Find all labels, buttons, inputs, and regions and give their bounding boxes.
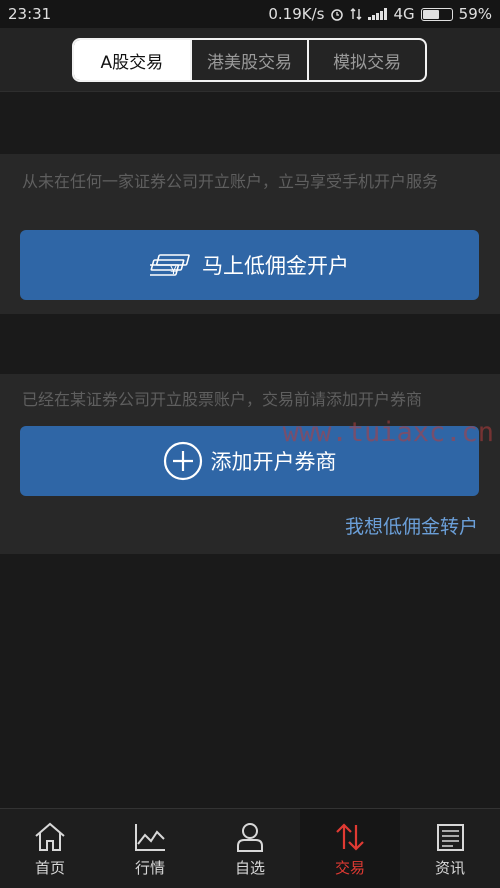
signal-icon (368, 8, 388, 20)
status-bar: 23:31 0.19K/s 4G 59% (0, 0, 500, 28)
tab-a-share[interactable]: A股交易 (74, 40, 190, 80)
network-type: 4G (393, 5, 415, 23)
user-icon (237, 823, 263, 852)
battery-percent: 59% (458, 5, 492, 23)
battery-icon (420, 7, 453, 21)
open-account-panel: 从未在任何一家证券公司开立账户，立马享受手机开户服务 ¥ 马上低佣金开户 (0, 154, 500, 314)
nav-home-label: 首页 (34, 859, 65, 877)
home-icon (35, 822, 65, 851)
nav-news-label: 资讯 (434, 859, 465, 877)
nav-trade[interactable]: 交易 (300, 809, 400, 888)
trade-type-tabs: A股交易 港美股交易 模拟交易 (72, 38, 427, 82)
plus-circle-icon (163, 441, 203, 481)
status-time: 23:31 (8, 5, 52, 23)
low-commission-transfer-link[interactable]: 我想低佣金转户 (345, 512, 478, 539)
watermark-text: www.tuiaxc.cn (282, 417, 494, 448)
add-broker-description: 已经在某证券公司开立股票账户，交易前请添加开户券商 (22, 390, 423, 409)
alarm-icon (331, 9, 344, 21)
tab-hk-us[interactable]: 港美股交易 (189, 40, 308, 80)
status-indicators: 0.19K/s 4G 59% (268, 5, 492, 23)
network-speed: 0.19K/s (268, 5, 325, 23)
add-broker-label: 添加开户券商 (210, 450, 337, 474)
bottom-nav: 首页 行情 自选 交易 资讯 (0, 808, 500, 888)
nav-market-label: 行情 (134, 859, 165, 877)
money-stack-icon: ¥ (150, 252, 194, 278)
nav-market[interactable]: 行情 (100, 809, 200, 888)
trade-arrows-icon (336, 823, 364, 851)
svg-text:¥: ¥ (170, 264, 177, 277)
tab-simulated[interactable]: 模拟交易 (307, 40, 425, 80)
nav-news[interactable]: 资讯 (400, 809, 500, 888)
data-transfer-icon (350, 8, 362, 20)
nav-home[interactable]: 首页 (0, 809, 100, 888)
chart-icon (135, 824, 165, 851)
add-broker-panel: 已经在某证券公司开立股票账户，交易前请添加开户券商 添加开户券商 www.tui… (0, 374, 500, 554)
open-account-button[interactable]: ¥ 马上低佣金开户 (20, 230, 479, 300)
open-account-label: 马上低佣金开户 (202, 254, 349, 278)
open-account-description: 从未在任何一家证券公司开立账户，立马享受手机开户服务 (22, 172, 439, 191)
nav-trade-label: 交易 (334, 859, 365, 877)
nav-watchlist-label: 自选 (234, 859, 265, 877)
nav-watchlist[interactable]: 自选 (200, 809, 300, 888)
news-icon (437, 824, 464, 851)
header: A股交易 港美股交易 模拟交易 (0, 28, 500, 92)
